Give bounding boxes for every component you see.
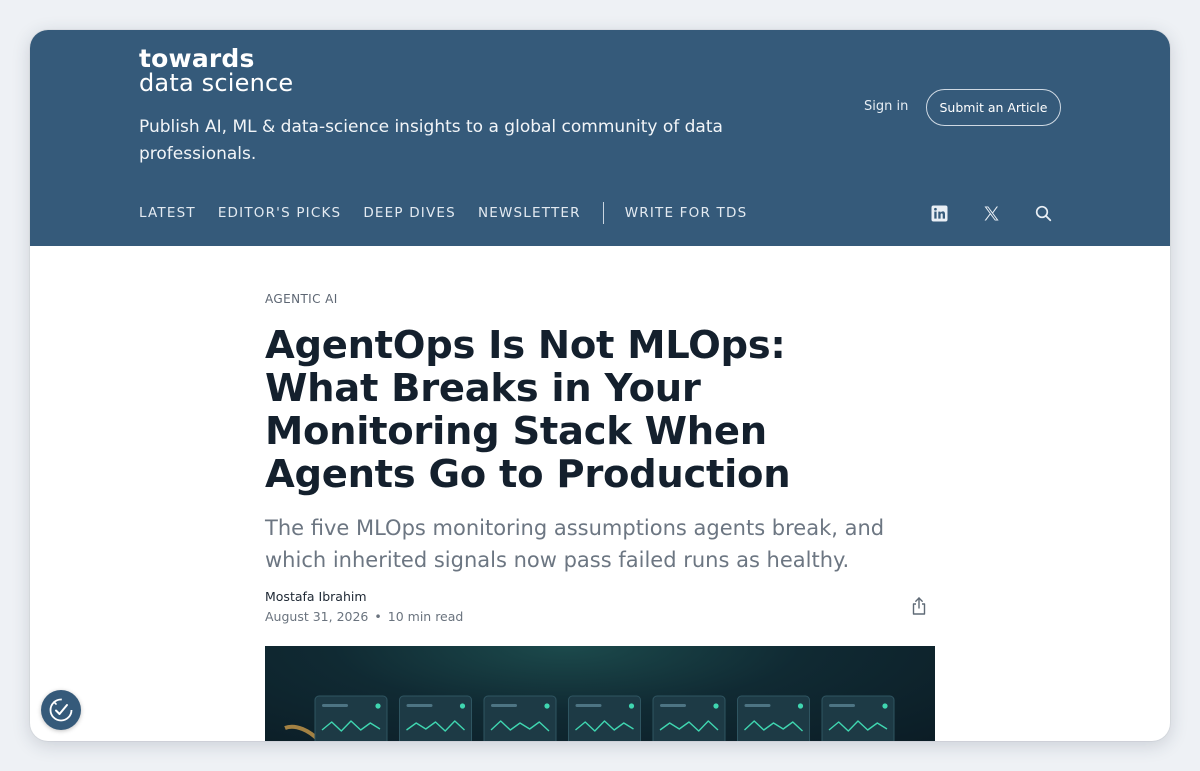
browser-window: towards data science Publish AI, ML & da…: [30, 30, 1170, 741]
hero-dashboard-tile: [737, 695, 810, 741]
author-name[interactable]: Mostafa Ibrahim: [265, 589, 367, 604]
read-time: 10 min read: [387, 609, 464, 624]
site-header: towards data science Publish AI, ML & da…: [30, 30, 1170, 246]
hero-dashboard-tile: [821, 695, 895, 741]
logo-line-2: data science: [139, 69, 294, 97]
nav-item-latest[interactable]: LATEST: [139, 205, 196, 221]
meta-separator: •: [374, 609, 382, 624]
article-meta: August 31, 2026 • 10 min read: [265, 609, 463, 624]
hero-dashboard-tile: [568, 695, 641, 741]
linkedin-icon[interactable]: [928, 202, 950, 224]
search-icon[interactable]: [1032, 202, 1054, 224]
nav-item-editors-picks[interactable]: EDITOR'S PICKS: [218, 205, 342, 221]
nav-item-deep-dives[interactable]: DEEP DIVES: [363, 205, 456, 221]
logo-line-1: towards: [139, 44, 255, 73]
hero-dashboard-tile: [399, 695, 472, 741]
hero-dashboard-tile: [314, 695, 388, 741]
sign-in-link[interactable]: Sign in: [864, 99, 908, 114]
site-tagline: Publish AI, ML & data-science insights t…: [139, 117, 723, 164]
submit-article-button[interactable]: Submit an Article: [926, 89, 1061, 126]
x-icon[interactable]: [980, 202, 1002, 224]
publish-date: August 31, 2026: [265, 609, 369, 624]
assistant-badge-button[interactable]: [41, 690, 81, 730]
checklist-clock-icon: [49, 698, 73, 722]
article-title: AgentOps Is Not MLOps: What Breaks in Yo…: [265, 323, 791, 497]
nav-item-write-for-tds[interactable]: WRITE FOR TDS: [625, 205, 748, 221]
share-icon[interactable]: [910, 596, 928, 616]
hero-dashboard-tile: [483, 695, 557, 741]
main-nav: LATEST EDITOR'S PICKS DEEP DIVES NEWSLET…: [139, 202, 769, 224]
nav-item-newsletter[interactable]: NEWSLETTER: [478, 205, 581, 221]
nav-divider: [602, 202, 604, 224]
hero-dashboard-tile: [652, 695, 726, 741]
article-subtitle: The five MLOps monitoring assumptions ag…: [265, 516, 885, 572]
article-category[interactable]: AGENTIC AI: [265, 292, 338, 306]
site-logo[interactable]: towards data science: [139, 46, 293, 95]
hero-illustration: [284, 695, 895, 741]
hero-image: [265, 646, 935, 741]
